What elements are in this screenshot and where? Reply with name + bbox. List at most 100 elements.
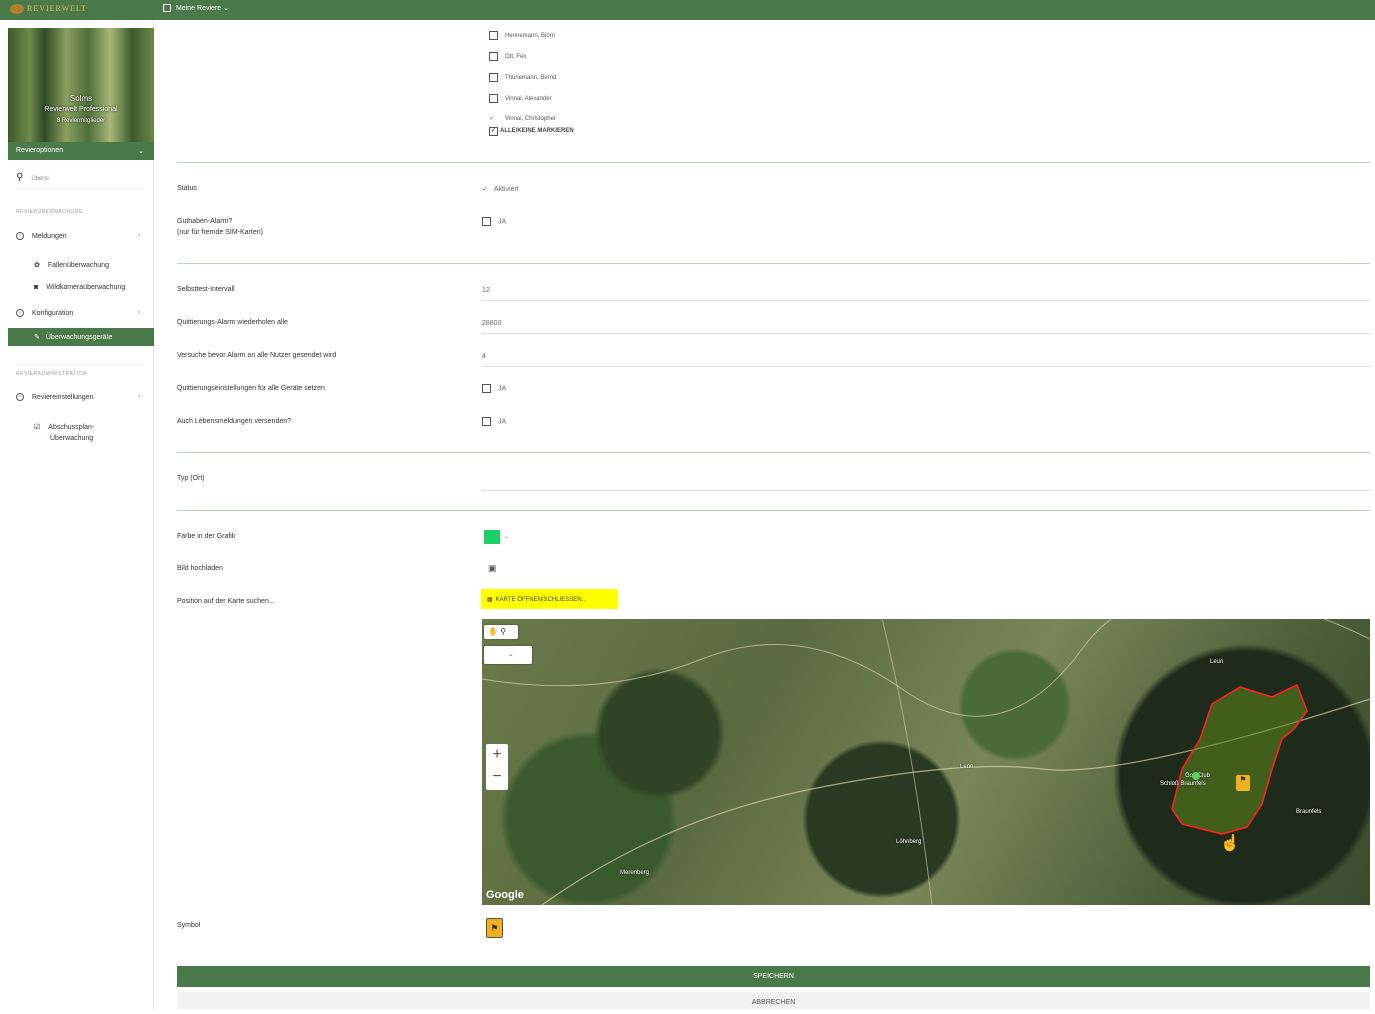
meine-reviere-dropdown[interactable]: Meine Reviere ⌄: [163, 4, 229, 13]
user-name: Thünemann, Bernd: [505, 75, 557, 82]
symbol-label: Symbol: [177, 922, 201, 929]
search-input[interactable]: Übersi: [31, 176, 48, 182]
ueberwachungsgeraete-label: Überwachungsgeräte: [45, 334, 113, 341]
map-label: Leun: [1210, 659, 1224, 665]
map-overlay: [482, 619, 1370, 905]
divider: [177, 263, 1370, 264]
versuche-input[interactable]: 4: [482, 353, 486, 360]
sidebar-item-ueberwachungsgeraete[interactable]: ✎ Überwachungsgeräte: [8, 328, 154, 346]
checkmark-icon: ✓: [489, 116, 495, 122]
user-checkbox-3[interactable]: Vinnai, Alexander: [489, 94, 552, 103]
map-label: Lenn: [960, 764, 974, 770]
save-button[interactable]: SPEICHERN: [177, 966, 1370, 987]
select-all-checkbox[interactable]: ✓ ALLE/KEINE MARKIEREN: [489, 127, 574, 136]
user-checkbox-4[interactable]: ✓ Vinnai, Christopher: [489, 115, 556, 122]
hunting-symbol-marker[interactable]: ⚑: [1236, 775, 1250, 791]
expand-circle-icon: ›: [16, 309, 24, 317]
sidebar-item-konfiguration[interactable]: › Konfiguration: [16, 309, 73, 317]
ja-label: JA: [498, 218, 507, 226]
sidebar-item-reviereinstellungen[interactable]: › Reviereinstellungen: [16, 393, 93, 401]
deer-logo-icon: [10, 4, 24, 15]
input-underline: [482, 366, 1370, 367]
map-label: Braunfels: [1296, 809, 1322, 815]
revieroptionen-button[interactable]: Revieroptionen ⌄: [8, 142, 154, 160]
symbol-picker[interactable]: ⚑: [486, 918, 503, 938]
meldungen-label: Meldungen: [32, 232, 67, 240]
map-label: Löhnberg: [896, 839, 922, 845]
guthaben-sub-label: (nur für fremde SIM-Karten): [177, 229, 263, 236]
sidebar-item-fallen[interactable]: ✿ Fallenüberwachung: [34, 261, 109, 269]
checkbox[interactable]: [489, 31, 498, 40]
section-revierueberwachung: REVIERÜBERWACHUNG: [16, 209, 84, 215]
map-type-dropdown[interactable]: ⌄: [484, 646, 532, 664]
image-upload-icon[interactable]: ▣: [488, 563, 497, 574]
color-picker[interactable]: [484, 530, 500, 544]
konfiguration-label: Konfiguration: [32, 309, 74, 317]
section-revieradministration: REVIERADMINISTRATION: [16, 371, 88, 377]
zoom-in-button[interactable]: +: [486, 744, 508, 766]
user-checkbox-0[interactable]: Hennemann, Björn: [489, 31, 555, 40]
hand-icon[interactable]: ✋: [488, 627, 498, 636]
quitt-all-label: Quittierungseinstellungen für alle Gerät…: [177, 385, 325, 392]
sidebar-item-wildkamera[interactable]: ◙ Wildkameraüberwachung: [34, 284, 125, 291]
checkbox[interactable]: [489, 52, 498, 61]
map-toggle-button[interactable]: ▦ KARTE ÖFFNEN/SCHLIESSEN...: [481, 589, 618, 609]
user-checkbox-1[interactable]: Ott, Fex: [489, 52, 526, 61]
user-checkbox-2[interactable]: Thünemann, Bernd: [489, 73, 556, 82]
map-icon: ▦: [487, 597, 493, 603]
quitt-input[interactable]: 28800: [482, 320, 501, 327]
checkbox[interactable]: [482, 384, 491, 393]
camera-icon: ◙: [34, 284, 39, 291]
revier-banner: Solms Revierwelt Professional 8 Reviermi…: [8, 28, 154, 148]
selbsttest-input[interactable]: 12: [482, 287, 490, 294]
versuche-label: Versuche bevor Alarm an alle Nutzer gese…: [177, 352, 337, 359]
satellite-map[interactable]: ✋ ⚲ ⌄ + − Leun Lenn Golf Club Schloß Bra…: [482, 619, 1370, 905]
status-label: Status: [177, 185, 197, 192]
selbsttest-label: Selbsttest-Intervall: [177, 286, 235, 293]
zoom-out-button[interactable]: −: [486, 766, 508, 788]
wrench-icon: ✎: [34, 334, 40, 341]
sidebar-search[interactable]: ⚲ Übersi: [16, 172, 49, 183]
sidebar: Solms Revierwelt Professional 8 Reviermi…: [0, 20, 154, 1009]
map-label: Schloß Braunfels: [1160, 781, 1206, 787]
checkbox[interactable]: [489, 94, 498, 103]
input-underline: [482, 300, 1370, 301]
map-draw-tools[interactable]: ✋ ⚲: [484, 625, 518, 639]
guthaben-label: Guthaben-Alarm?: [177, 218, 233, 225]
edit-icon: ☑: [34, 424, 41, 431]
chevron-down-icon: ⌄: [504, 534, 510, 540]
revier-members: 8 Reviermitglieder: [56, 118, 106, 124]
guthaben-checkbox[interactable]: JA: [482, 217, 506, 226]
zoom-control: + −: [486, 744, 508, 790]
ja-label: JA: [498, 385, 507, 393]
brand-name: REVIERWELT: [27, 4, 87, 13]
chevron-right-icon: ›: [138, 232, 141, 239]
leben-checkbox[interactable]: JA: [482, 417, 506, 426]
location-pin-icon[interactable]: [1192, 772, 1200, 780]
checkbox[interactable]: [489, 73, 498, 82]
pin-icon[interactable]: ⚲: [500, 627, 506, 636]
sidebar-item-meldungen[interactable]: › Meldungen: [16, 232, 67, 240]
input-underline: [482, 333, 1370, 334]
google-logo: Google: [486, 889, 524, 901]
wildkamera-label: Wildkameraüberwachung: [46, 284, 126, 291]
brand-logo[interactable]: REVIERWELT: [10, 4, 87, 15]
select-all-label: ALLE/KEINE MARKIEREN: [500, 128, 574, 134]
user-name: Ott, Fex: [505, 54, 527, 61]
user-name: Vinnai, Alexander: [505, 96, 552, 103]
revieroptionen-label: Revieroptionen: [16, 147, 64, 154]
typ-input[interactable]: [482, 490, 1370, 491]
map-button-label: KARTE ÖFFNEN/SCHLIESSEN...: [495, 597, 587, 603]
search-icon: ⚲: [16, 172, 24, 183]
hand-cursor-icon: ☝: [1220, 835, 1240, 852]
user-name: Hennemann, Björn: [505, 33, 556, 40]
chevron-right-icon: ›: [138, 393, 141, 400]
sidebar-item-abschussplan[interactable]: ☑ Abschussplan-: [34, 423, 94, 431]
checkbox[interactable]: [482, 217, 491, 226]
quitt-all-checkbox[interactable]: JA: [482, 384, 506, 393]
paw-icon: ✿: [34, 262, 40, 269]
top-bar: REVIERWELT Meine Reviere ⌄: [0, 0, 1375, 20]
checkbox[interactable]: [482, 417, 491, 426]
map-label: Merenberg: [620, 870, 650, 876]
cancel-button[interactable]: ABBRECHEN: [177, 992, 1370, 1009]
